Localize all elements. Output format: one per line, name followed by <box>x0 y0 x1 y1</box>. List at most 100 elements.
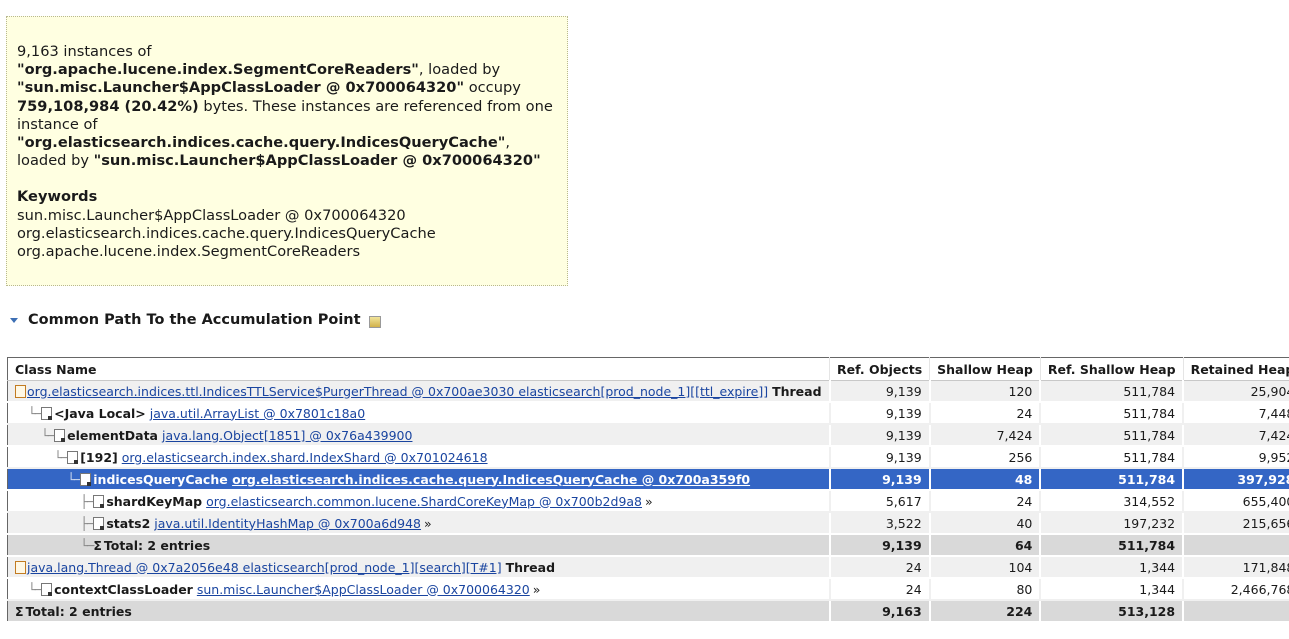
column-header-retained-heap[interactable]: Retained Heap <box>1182 357 1289 381</box>
summary-text: 9,163 instances of "org.apache.lucene.in… <box>17 43 553 170</box>
referencing-class: "org.elasticsearch.indices.cache.query.I… <box>17 134 506 152</box>
ref-shallow-heap-cell: 513,128 <box>1039 600 1184 623</box>
column-header-ref-shallow-heap[interactable]: Ref. Shallow Heap <box>1039 357 1184 381</box>
ref-shallow-heap-cell: 314,552 <box>1039 490 1184 513</box>
class-name-cell: └─ [192] org.elasticsearch.index.shard.In… <box>7 446 830 469</box>
ref-objects-cell: 24 <box>828 556 930 579</box>
class-name-cell: └─ <Java Local> java.util.ArrayList @ 0x7… <box>7 402 830 425</box>
field-name: elementData <box>67 427 158 443</box>
class-name: "org.apache.lucene.index.SegmentCoreRead… <box>17 61 419 79</box>
tree-connector: └─ <box>15 449 68 465</box>
table-row[interactable]: └─ [192] org.elasticsearch.index.shard.In… <box>7 446 1289 469</box>
ref-shallow-heap-cell: 511,784 <box>1039 446 1184 469</box>
object-link[interactable]: java.lang.Object[1851] @ 0x76a439900 <box>162 428 412 443</box>
ref-objects-cell: 9,139 <box>828 468 930 491</box>
expand-more-icon[interactable]: » <box>424 516 432 531</box>
table-row[interactable]: └─ elementData java.lang.Object[1851] @ 0… <box>7 424 1289 447</box>
retained-heap-cell: 215,656 <box>1182 512 1289 535</box>
ref-objects-cell: 9,139 <box>828 380 930 403</box>
table-row[interactable]: └─ <Java Local> java.util.ArrayList @ 0x7… <box>7 402 1289 425</box>
retained-heap-cell <box>1182 534 1289 557</box>
object-link[interactable]: sun.misc.Launcher$AppClassLoader @ 0x700… <box>197 582 530 597</box>
ref-shallow-heap-cell: 511,784 <box>1039 402 1184 425</box>
column-header-ref-objects[interactable]: Ref. Objects <box>829 357 930 381</box>
retained-heap-cell: 171,848 <box>1182 556 1289 579</box>
shallow-heap-cell: 104 <box>928 556 1041 579</box>
table-row[interactable]: ├─ stats2 java.util.IdentityHashMap @ 0x7… <box>7 512 1289 535</box>
table-row[interactable]: └─ contextClassLoader sun.misc.Launcher$A… <box>7 578 1289 601</box>
retained-heap-cell: 9,952 <box>1182 446 1289 469</box>
class-name-cell: └─Σ Total: 2 entries <box>7 534 830 557</box>
object-link[interactable]: org.elasticsearch.common.lucene.ShardCor… <box>206 494 642 509</box>
ref-shallow-heap-cell: 1,344 <box>1039 556 1184 579</box>
object-link[interactable]: org.elasticsearch.indices.ttl.IndicesTTL… <box>27 384 768 399</box>
retained-heap-cell <box>1182 600 1289 623</box>
keyword-item: sun.misc.Launcher$AppClassLoader @ 0x700… <box>17 206 406 224</box>
object-icon <box>54 428 66 442</box>
collapse-toggle-icon[interactable] <box>10 317 18 323</box>
subtotal-row: └─Σ Total: 2 entries 9,139 64 511,784 <box>7 534 1289 557</box>
bytes-value: 759,108,984 (20.42%) <box>17 97 199 115</box>
shallow-heap-cell: 24 <box>928 490 1041 513</box>
export-icon[interactable] <box>368 316 381 328</box>
expand-more-icon[interactable]: » <box>533 582 541 597</box>
ref-objects-cell: 9,139 <box>828 446 930 469</box>
field-name: contextClassLoader <box>54 581 193 597</box>
sum-icon: Σ <box>93 537 102 553</box>
class-loader: "sun.misc.Launcher$AppClassLoader @ 0x70… <box>17 79 465 97</box>
object-link[interactable]: java.lang.Thread @ 0x7a2056e48 elasticse… <box>27 560 502 575</box>
class-name-cell: java.lang.Thread @ 0x7a2056e48 elasticse… <box>7 556 830 579</box>
shallow-heap-cell: 120 <box>928 380 1041 403</box>
class-name-cell: org.elasticsearch.indices.ttl.IndicesTTL… <box>7 380 830 403</box>
object-link[interactable]: org.elasticsearch.indices.cache.query.In… <box>232 472 750 487</box>
object-link[interactable]: java.util.IdentityHashMap @ 0x700a6d948 <box>154 516 421 531</box>
keyword-item: org.elasticsearch.indices.cache.query.In… <box>17 224 436 242</box>
shallow-heap-cell: 256 <box>928 446 1041 469</box>
retained-heap-cell: 7,448 <box>1182 402 1289 425</box>
ref-objects-cell: 5,617 <box>828 490 930 513</box>
object-type-label: Thread <box>772 383 822 399</box>
thread-icon <box>15 384 26 398</box>
ref-objects-cell: 9,139 <box>828 424 930 447</box>
object-link[interactable]: org.elasticsearch.index.shard.IndexShard… <box>122 450 488 465</box>
ref-shallow-heap-cell: 511,784 <box>1039 468 1184 491</box>
class-name-cell: └─ elementData java.lang.Object[1851] @ 0… <box>7 424 830 447</box>
ref-shallow-heap-cell: 511,784 <box>1039 424 1184 447</box>
class-name-cell: ├─ stats2 java.util.IdentityHashMap @ 0x7… <box>7 512 830 535</box>
shallow-heap-cell: 224 <box>928 600 1041 623</box>
field-name: stats2 <box>106 515 151 531</box>
section-header[interactable]: Common Path To the Accumulation Point <box>10 312 381 328</box>
shallow-heap-cell: 40 <box>928 512 1041 535</box>
tree-connector: └─ <box>15 581 42 597</box>
field-name: indicesQueryCache <box>93 471 228 487</box>
column-header-shallow-heap[interactable]: Shallow Heap <box>929 357 1041 381</box>
referencing-loader: "sun.misc.Launcher$AppClassLoader @ 0x70… <box>93 152 541 170</box>
tree-connector: └─ <box>15 537 94 553</box>
accumulation-path-table: Class Name Ref. Objects Shallow Heap Ref… <box>7 357 1289 623</box>
ref-shallow-heap-cell: 1,344 <box>1039 578 1184 601</box>
table-row[interactable]: ├─ shardKeyMap org.elasticsearch.common.l… <box>7 490 1289 513</box>
retained-heap-cell: 25,904 <box>1182 380 1289 403</box>
ref-objects-cell: 24 <box>828 578 930 601</box>
tree-connector: └─ <box>15 405 42 421</box>
ref-objects-cell: 9,163 <box>828 600 930 623</box>
retained-heap-cell: 2,466,768 <box>1182 578 1289 601</box>
object-link[interactable]: java.util.ArrayList @ 0x7801c18a0 <box>150 406 365 421</box>
grand-total-row: Σ Total: 2 entries 9,163 224 513,128 <box>7 600 1289 623</box>
shallow-heap-cell: 64 <box>928 534 1041 557</box>
expand-more-icon[interactable]: » <box>645 494 653 509</box>
column-header-class-name[interactable]: Class Name <box>7 357 830 381</box>
ref-objects-cell: 9,139 <box>828 534 930 557</box>
object-icon <box>93 516 105 530</box>
table-row[interactable]: org.elasticsearch.indices.ttl.IndicesTTL… <box>7 380 1289 403</box>
table-row-selected[interactable]: └─ indicesQueryCache org.elasticsearch.in… <box>7 468 1289 491</box>
shallow-heap-cell: 7,424 <box>928 424 1041 447</box>
section-title: Common Path To the Accumulation Point <box>28 312 361 328</box>
table-row[interactable]: java.lang.Thread @ 0x7a2056e48 elasticse… <box>7 556 1289 579</box>
total-label: Total: 2 entries <box>25 603 132 619</box>
class-name-cell: ├─ shardKeyMap org.elasticsearch.common.l… <box>7 490 830 513</box>
object-icon <box>41 582 53 596</box>
sum-icon: Σ <box>15 603 24 619</box>
ref-shallow-heap-cell: 511,784 <box>1039 534 1184 557</box>
tree-connector: └─ <box>15 471 81 487</box>
